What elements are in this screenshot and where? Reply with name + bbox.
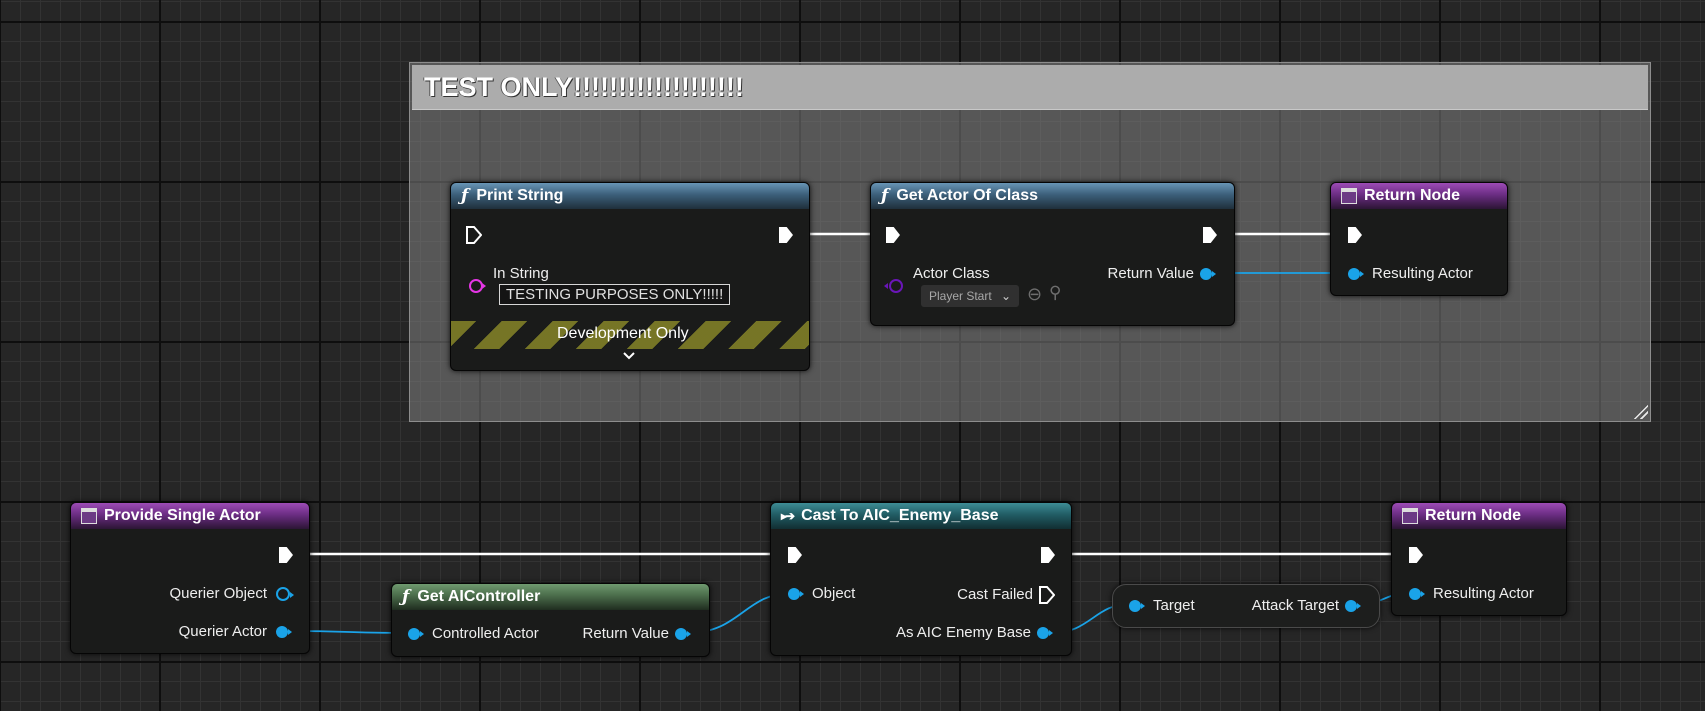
as-aic-enemy-base-label: As AIC Enemy Base [895, 624, 1031, 641]
return-node-top[interactable]: Return Node Resulting Actor [1330, 182, 1508, 296]
get-actor-of-class-node[interactable]: ƒ Get Actor Of Class Actor Class Player … [870, 182, 1235, 326]
return-node-icon [1341, 188, 1357, 204]
exec-out-pin[interactable] [779, 227, 793, 243]
browse-search-icon[interactable]: ⚲ [1049, 283, 1061, 303]
resulting-actor-label: Resulting Actor [1433, 585, 1534, 602]
node-title: Get AIController [417, 588, 541, 605]
return-value-label: Return Value [582, 625, 669, 642]
function-icon: ƒ [461, 186, 469, 206]
attack-target-node[interactable]: Target Attack Target [1112, 584, 1380, 628]
node-title: Provide Single Actor [104, 507, 261, 524]
actor-class-value: Player Start [929, 289, 992, 303]
querier-object-label: Querier Object [169, 585, 267, 602]
node-header: ƒ Get AIController [392, 584, 709, 610]
development-only-label: Development Only [557, 325, 689, 342]
comment-title: TEST ONLY!!!!!!!!!!!!!!!!!!! [424, 72, 744, 102]
node-title: Return Node [1425, 507, 1521, 524]
resulting-actor-pin[interactable] [1409, 588, 1425, 600]
node-header: ƒ Get Actor Of Class [871, 183, 1234, 209]
resize-grip-icon[interactable] [1632, 403, 1648, 419]
actor-class-label: Actor Class [913, 265, 990, 282]
node-title: Cast To AIC_Enemy_Base [801, 507, 999, 524]
in-string-pin[interactable] [469, 279, 486, 293]
chevron-down-icon: ⌄ [1001, 289, 1012, 303]
in-string-input[interactable]: TESTING PURPOSES ONLY!!!!! [499, 284, 731, 305]
exec-in-pin[interactable] [788, 547, 802, 563]
resulting-actor-pin[interactable] [1348, 268, 1364, 280]
attack-target-pin[interactable] [1345, 600, 1361, 612]
return-value-label: Return Value [1107, 265, 1194, 282]
use-selected-icon[interactable]: ⊖ [1027, 284, 1042, 305]
exec-in-pin[interactable] [886, 227, 900, 243]
function-icon: ƒ [402, 587, 410, 607]
return-value-pin[interactable] [675, 628, 691, 640]
exec-in-pin[interactable] [1409, 547, 1423, 563]
controlled-actor-label: Controlled Actor [432, 625, 539, 642]
return-node-bottom[interactable]: Return Node Resulting Actor [1391, 502, 1567, 616]
exec-out-pin[interactable] [279, 547, 293, 563]
exec-in-pin[interactable] [466, 226, 482, 244]
querier-actor-label: Querier Actor [178, 623, 267, 640]
target-label: Target [1153, 597, 1195, 614]
resulting-actor-label: Resulting Actor [1372, 265, 1473, 282]
return-node-icon [1402, 508, 1418, 524]
comment-header[interactable]: TEST ONLY!!!!!!!!!!!!!!!!!!! [412, 65, 1648, 110]
as-aic-enemy-base-pin[interactable] [1037, 627, 1053, 639]
node-title: Print String [476, 187, 564, 204]
cast-failed-pin[interactable] [1039, 586, 1055, 604]
actor-class-pin[interactable] [884, 279, 903, 293]
print-string-node[interactable]: ƒ Print String In String TESTING PURPOSE… [450, 182, 810, 371]
get-aicontroller-node[interactable]: ƒ Get AIController Controlled Actor Retu… [391, 583, 710, 657]
cast-icon: ▸➔ [781, 509, 795, 523]
exec-out-pin[interactable] [1041, 547, 1055, 563]
function-icon: ƒ [881, 186, 889, 206]
function-entry-icon [81, 508, 97, 524]
provide-single-actor-node[interactable]: Provide Single Actor Querier Object Quer… [70, 502, 310, 654]
node-header: ▸➔ Cast To AIC_Enemy_Base [771, 503, 1071, 529]
object-label: Object [812, 585, 856, 602]
node-title: Get Actor Of Class [896, 187, 1038, 204]
cast-to-aic-enemy-base-node[interactable]: ▸➔ Cast To AIC_Enemy_Base Object Cast Fa… [770, 502, 1072, 656]
node-header: Provide Single Actor [71, 503, 309, 529]
exec-out-pin[interactable] [1203, 227, 1217, 243]
querier-actor-pin[interactable] [276, 626, 292, 638]
object-pin[interactable] [788, 588, 804, 600]
exec-in-pin[interactable] [1348, 227, 1362, 243]
in-string-label: In String [493, 265, 549, 282]
node-header: Return Node [1331, 183, 1507, 209]
querier-object-pin[interactable] [276, 587, 294, 601]
node-title: Return Node [1364, 187, 1460, 204]
cast-failed-label: Cast Failed [957, 586, 1033, 603]
chevron-down-icon[interactable] [622, 351, 636, 361]
controlled-actor-pin[interactable] [408, 628, 424, 640]
node-header: Return Node [1392, 503, 1566, 529]
node-header: ƒ Print String [451, 183, 809, 209]
target-pin[interactable] [1129, 600, 1145, 612]
actor-class-dropdown[interactable]: Player Start ⌄ [921, 285, 1020, 307]
return-value-pin[interactable] [1200, 268, 1216, 280]
attack-target-label: Attack Target [1251, 597, 1339, 614]
